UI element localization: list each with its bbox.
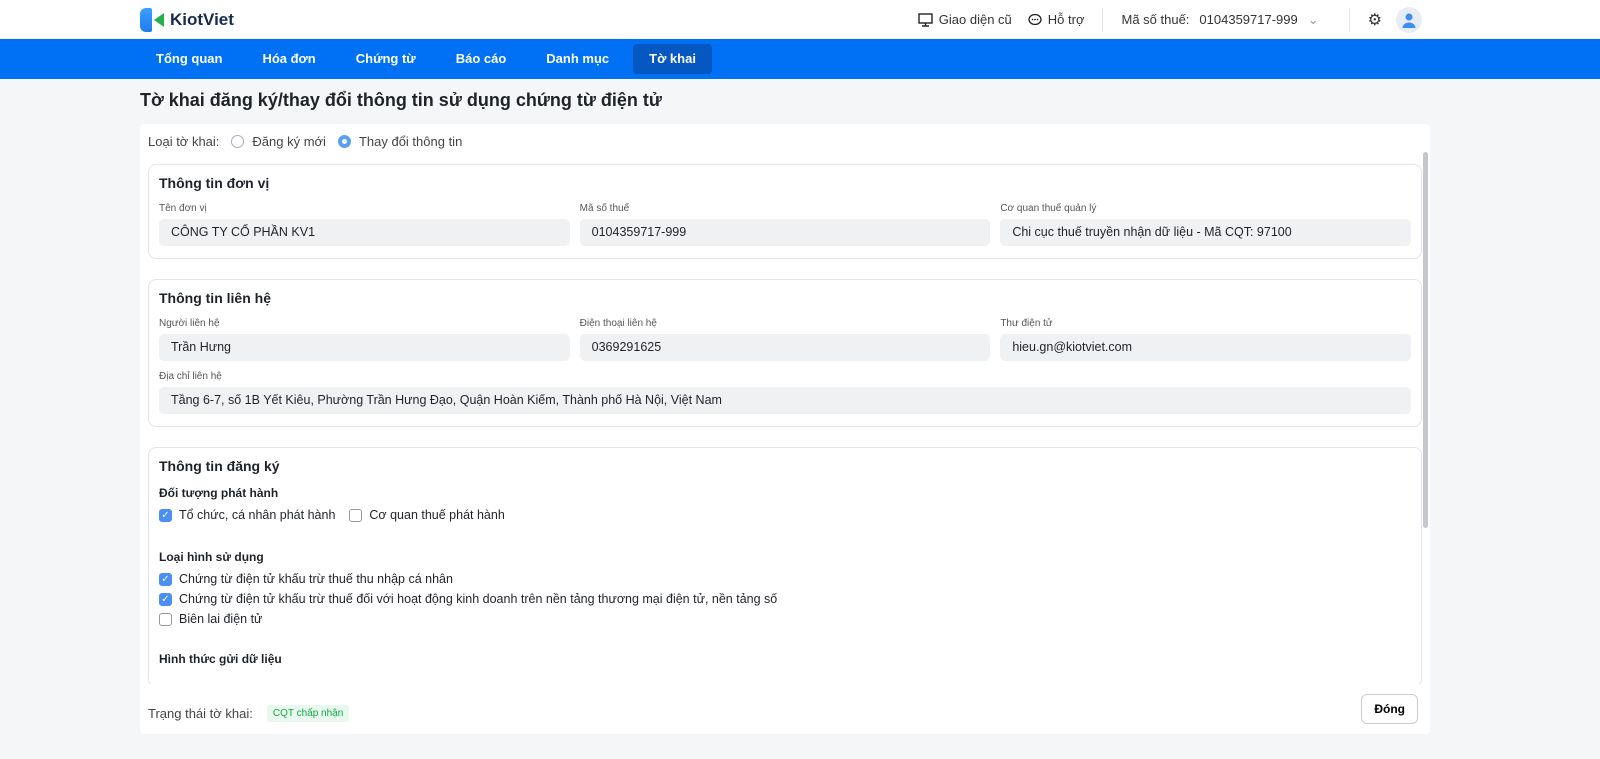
- tax-code-value: 0104359717-999: [1199, 12, 1298, 27]
- chat-icon: [1028, 13, 1042, 25]
- nav-danh-muc[interactable]: Danh mục: [530, 44, 625, 74]
- old-ui-label: Giao diện cũ: [938, 12, 1012, 27]
- field-label: Cơ quan thuế quản lý: [1000, 203, 1097, 214]
- checkbox-org-issuer[interactable]: ✓ Tổ chức, cá nhân phát hành: [159, 508, 335, 522]
- top-header: KiotViet Giao diện cũ Hỗ trợ Mã số thuế:…: [0, 0, 1600, 39]
- support-link[interactable]: Hỗ trợ: [1028, 12, 1085, 27]
- old-ui-link[interactable]: Giao diện cũ: [918, 12, 1012, 27]
- logo[interactable]: KiotViet: [140, 7, 234, 32]
- support-label: Hỗ trợ: [1047, 12, 1085, 27]
- main-nav: Tổng quan Hóa đơn Chứng từ Báo cáo Danh …: [0, 39, 1600, 79]
- checkbox-label: Chứng từ điện tử khấu trừ thuế thu nhập …: [179, 572, 453, 586]
- status-row: Trạng thái tờ khai: CQT chấp nhận: [148, 705, 350, 722]
- checkbox-checked-icon: ✓: [159, 508, 172, 522]
- checkbox-empty-icon: [159, 612, 172, 626]
- contact-info-section: Thông tin liên hệ Người liên hệ Trần Hưng…: [148, 279, 1422, 427]
- field-label: Người liên hệ: [159, 318, 220, 329]
- declaration-type-label: Loại tờ khai:: [148, 134, 220, 149]
- section-title: Thông tin đăng ký: [159, 458, 280, 474]
- field-label: Mã số thuế: [579, 203, 630, 214]
- radio-change-info[interactable]: [337, 135, 351, 148]
- field-label: Thư điện tử: [1000, 318, 1053, 329]
- checkbox-tax-agency-issuer[interactable]: Cơ quan thuế phát hành: [349, 508, 505, 522]
- section-title: Thông tin liên hệ: [159, 290, 271, 306]
- checkbox-usage-pit[interactable]: ✓ Chứng từ điện tử khấu trừ thuế thu nhập…: [159, 572, 1411, 586]
- divider: [1348, 7, 1350, 32]
- checkbox-label: Chứng từ điện tử khấu trừ thuế đối với h…: [179, 592, 778, 606]
- page-title: Tờ khai đăng ký/thay đổi thông tin sử dụ…: [140, 90, 662, 110]
- tax-code-selector[interactable]: Mã số thuế: 0104359717-999 ⌄: [1121, 12, 1318, 28]
- close-button[interactable]: Đóng: [1361, 694, 1418, 724]
- status-label: Trạng thái tờ khai:: [148, 706, 253, 721]
- nav-tong-quan[interactable]: Tổng quan: [140, 44, 238, 74]
- chevron-down-icon: ⌄: [1307, 11, 1319, 27]
- issuer-title: Đối tượng phát hành: [159, 486, 279, 500]
- unit-info-section: Thông tin đơn vị Tên đơn vị CÔNG TY CỔ PH…: [148, 164, 1422, 259]
- user-icon: [1402, 13, 1416, 28]
- nav-bao-cao[interactable]: Báo cáo: [440, 44, 523, 74]
- checkbox-checked-icon: ✓: [159, 592, 172, 606]
- checkbox-usage-receipt[interactable]: Biên lai điện tử: [159, 612, 1411, 626]
- contact-email-field[interactable]: hieu.gn@kiotviet.com: [1000, 334, 1411, 361]
- radio-label: Thay đổi thông tin: [358, 134, 463, 149]
- kiotviet-logo-icon: [140, 7, 164, 32]
- usage-title: Loại hình sử dụng: [159, 550, 264, 564]
- tax-code-label: Mã số thuế:: [1121, 12, 1190, 27]
- section-title: Thông tin đơn vị: [159, 175, 270, 191]
- checkbox-checked-icon: ✓: [159, 572, 172, 586]
- tax-agency-field[interactable]: Chi cục thuế truyền nhận dữ liệu - Mã CQ…: [1000, 219, 1411, 246]
- status-badge: CQT chấp nhận: [266, 705, 350, 722]
- scrollbar[interactable]: [1423, 152, 1428, 528]
- nav-to-khai[interactable]: Tờ khai: [633, 44, 712, 74]
- radio-new-registration[interactable]: [231, 135, 245, 148]
- form-scroll-area: Thông tin đơn vị Tên đơn vị CÔNG TY CỔ PH…: [148, 164, 1422, 684]
- contact-address-field[interactable]: Tầng 6-7, số 1B Yết Kiêu, Phường Trần Hư…: [159, 387, 1411, 414]
- field-label: Điện thoại liên hệ: [579, 318, 657, 329]
- divider: [1102, 7, 1104, 32]
- checkbox-label: Tổ chức, cá nhân phát hành: [179, 508, 336, 522]
- tax-code-field[interactable]: 0104359717-999: [579, 219, 991, 246]
- unit-name-field[interactable]: CÔNG TY CỔ PHẦN KV1: [159, 219, 570, 246]
- checkbox-empty-icon: [349, 508, 363, 522]
- checkbox-label: Biên lai điện tử: [179, 612, 263, 626]
- field-label: Địa chỉ liên hệ: [159, 371, 222, 382]
- monitor-icon: [918, 12, 933, 27]
- checkbox-label: Cơ quan thuế phát hành: [369, 508, 505, 522]
- nav-hoa-don[interactable]: Hóa đơn: [246, 44, 331, 74]
- field-label: Tên đơn vị: [159, 203, 207, 214]
- contact-phone-field[interactable]: 0369291625: [579, 334, 991, 361]
- avatar[interactable]: [1396, 6, 1422, 33]
- gear-icon[interactable]: ⚙: [1368, 10, 1382, 30]
- declaration-type: Loại tờ khai: Đăng ký mới Thay đổi thông…: [148, 134, 462, 149]
- contact-person-field[interactable]: Trần Hưng: [159, 334, 570, 361]
- registration-info-section: Thông tin đăng ký Đối tượng phát hành ✓ T…: [148, 447, 1422, 684]
- send-method-title: Hình thức gửi dữ liệu: [159, 652, 282, 666]
- declaration-card: Loại tờ khai: Đăng ký mới Thay đổi thông…: [140, 124, 1430, 734]
- checkbox-usage-ecommerce[interactable]: ✓ Chứng từ điện tử khấu trừ thuế đối với …: [159, 592, 1411, 606]
- radio-label: Đăng ký mới: [252, 134, 326, 149]
- nav-chung-tu[interactable]: Chứng từ: [340, 44, 432, 74]
- brand-name: KiotViet: [170, 9, 234, 29]
